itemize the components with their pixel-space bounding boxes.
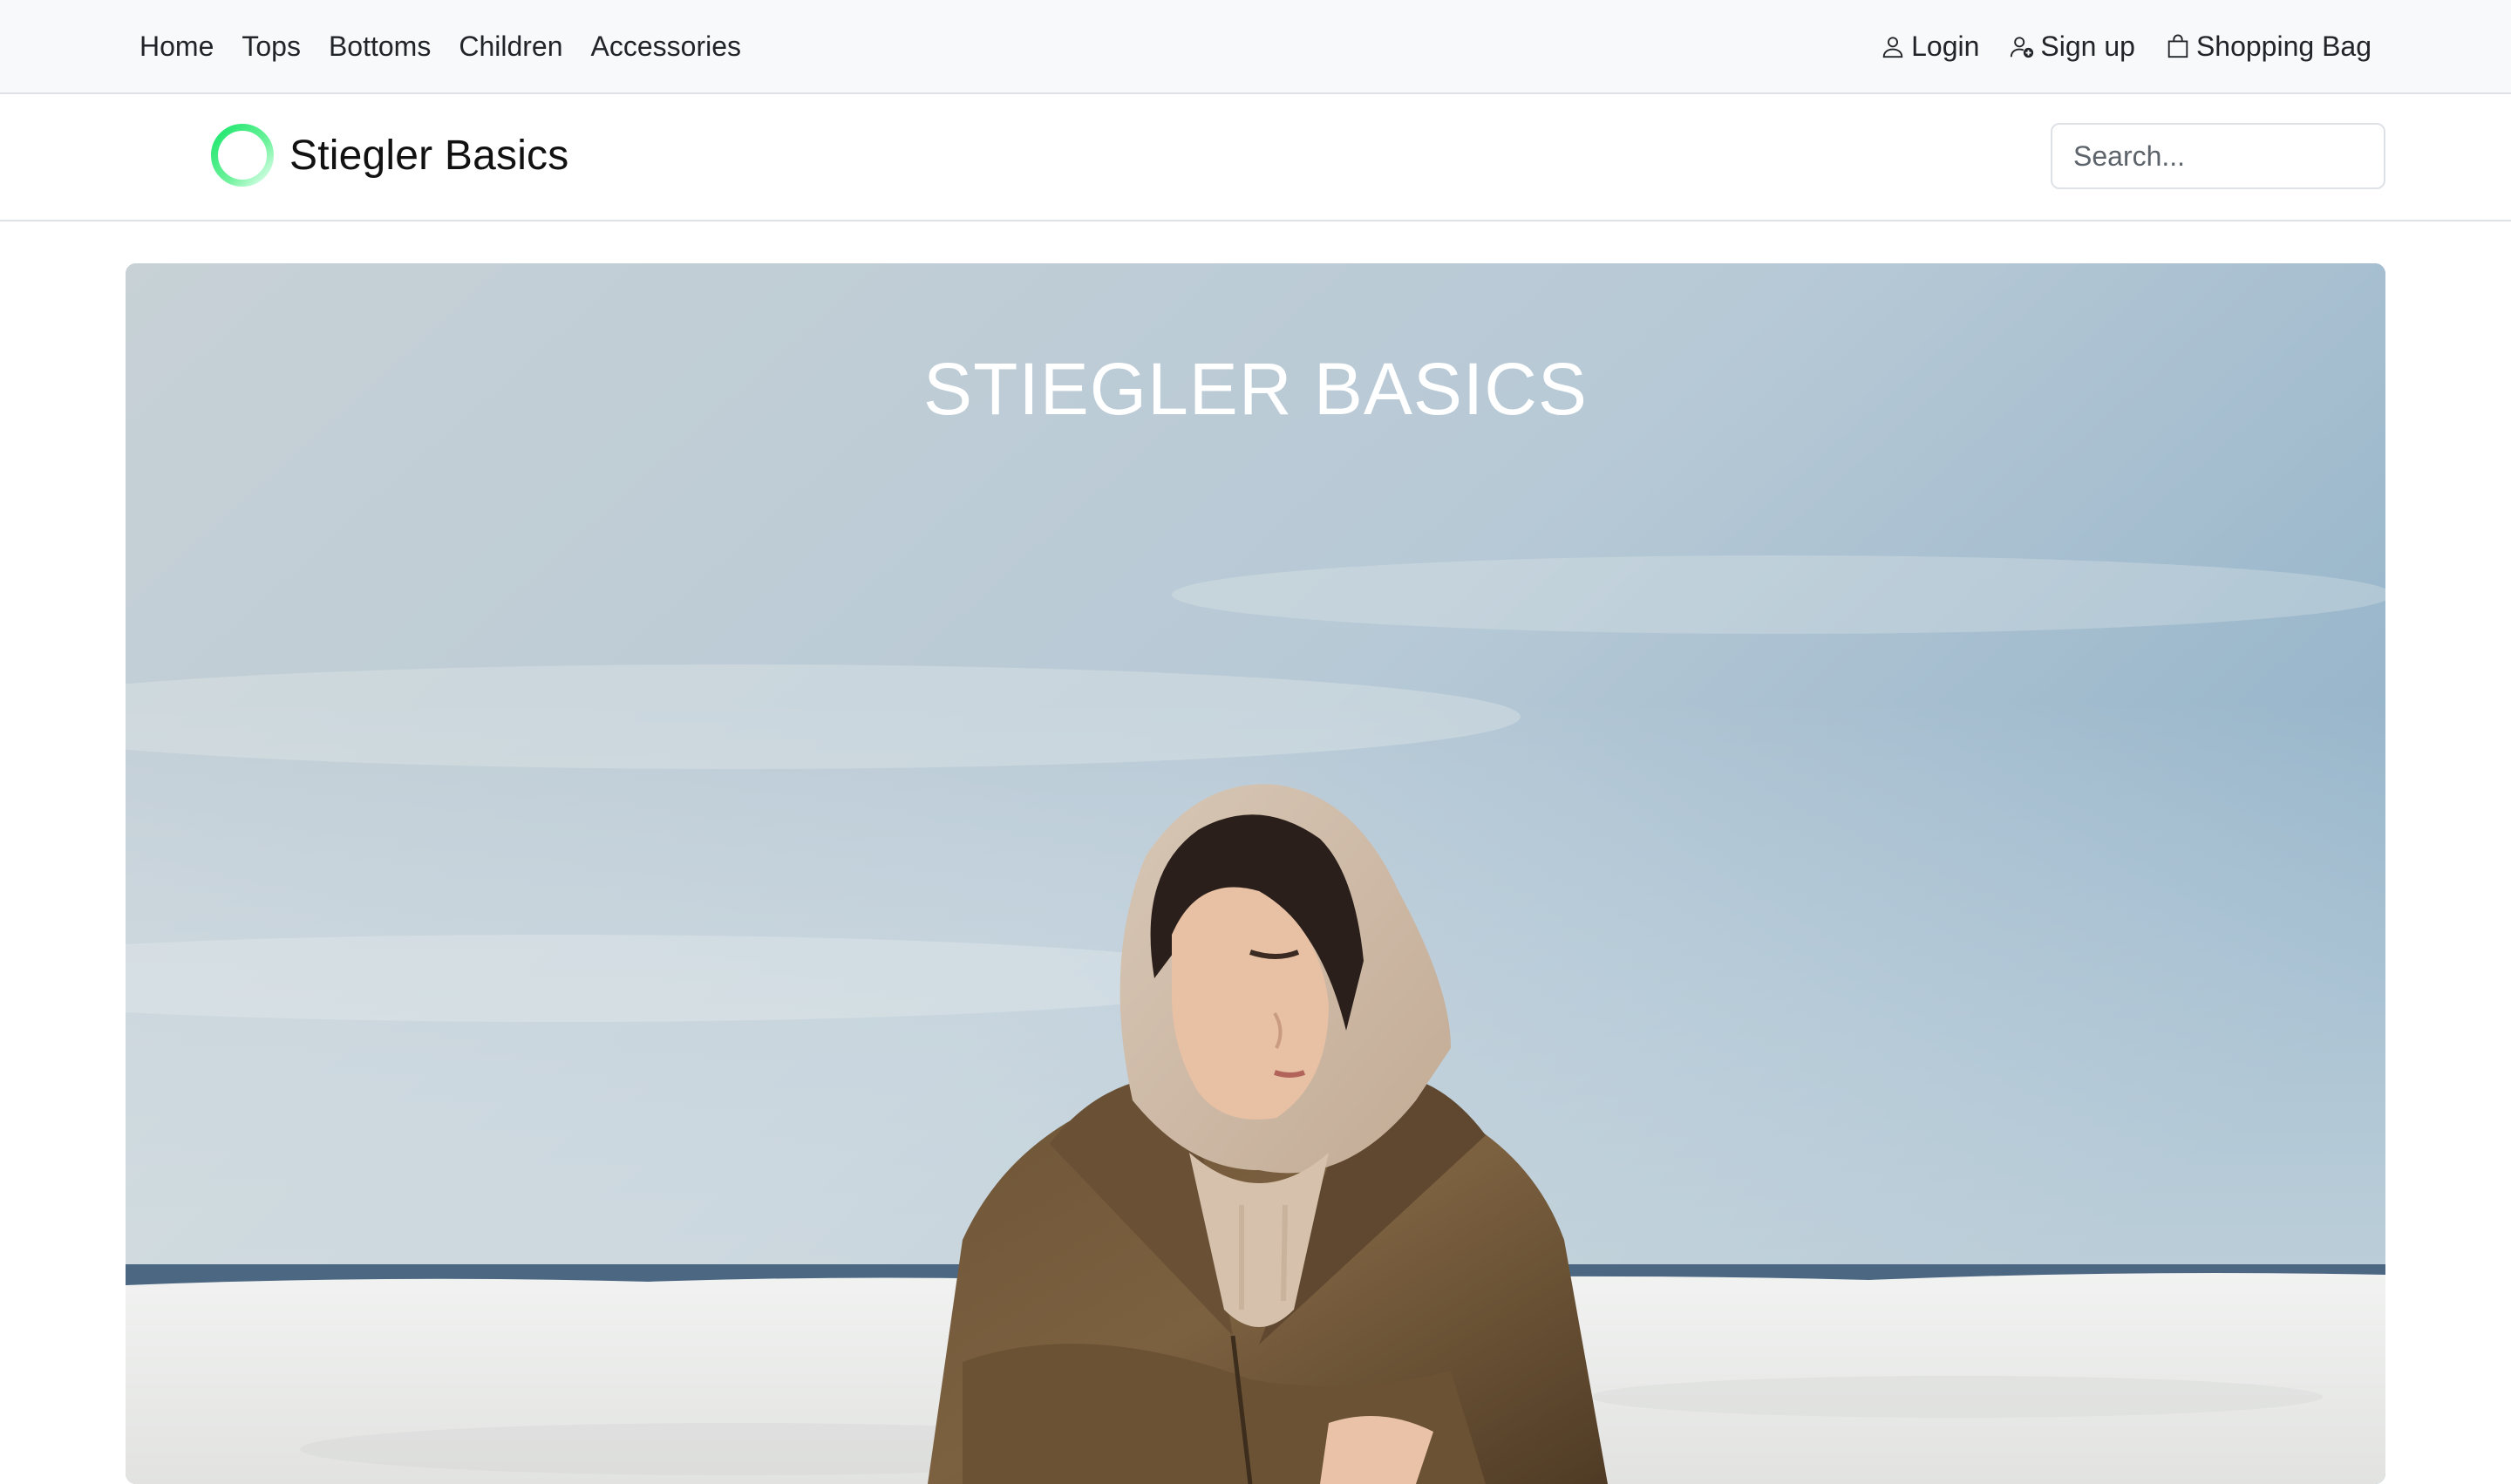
shopping-bag-label: Shopping Bag — [2195, 30, 2372, 62]
nav-link-accessories[interactable]: Accessories — [591, 31, 742, 63]
person-plus-icon — [2011, 37, 2034, 58]
nav-link-children[interactable]: Children — [459, 31, 562, 63]
shopping-bag-icon — [2167, 34, 2188, 58]
brand-home-link[interactable]: Stiegler Basics — [208, 120, 568, 190]
main-nav: Home Tops Bottoms Children Accessories — [140, 0, 769, 92]
brand-header: Stiegler Basics — [0, 94, 2511, 221]
hero-banner: STIEGLER BASICS — [126, 263, 2385, 1484]
hero-title: STIEGLER BASICS — [923, 348, 1588, 430]
ring-logo-icon — [211, 124, 274, 187]
hero-image — [126, 263, 2385, 1484]
search-input[interactable] — [2051, 123, 2385, 189]
shopping-bag-link[interactable]: Shopping Bag — [2165, 31, 2372, 63]
top-navbar: Home Tops Bottoms Children Accessories L… — [0, 0, 2511, 94]
nav-link-home[interactable]: Home — [140, 31, 214, 63]
signup-link[interactable]: Sign up — [2009, 31, 2135, 63]
account-nav: Login Sign up Shopping Bag — [1850, 0, 2372, 92]
login-link[interactable]: Login — [1880, 31, 1979, 63]
brand-name: Stiegler Basics — [289, 132, 569, 179]
login-label: Login — [1911, 30, 1980, 62]
nav-link-tops[interactable]: Tops — [242, 31, 301, 63]
person-icon — [1882, 37, 1903, 58]
nav-link-bottoms[interactable]: Bottoms — [329, 31, 431, 63]
signup-label: Sign up — [2040, 30, 2135, 62]
